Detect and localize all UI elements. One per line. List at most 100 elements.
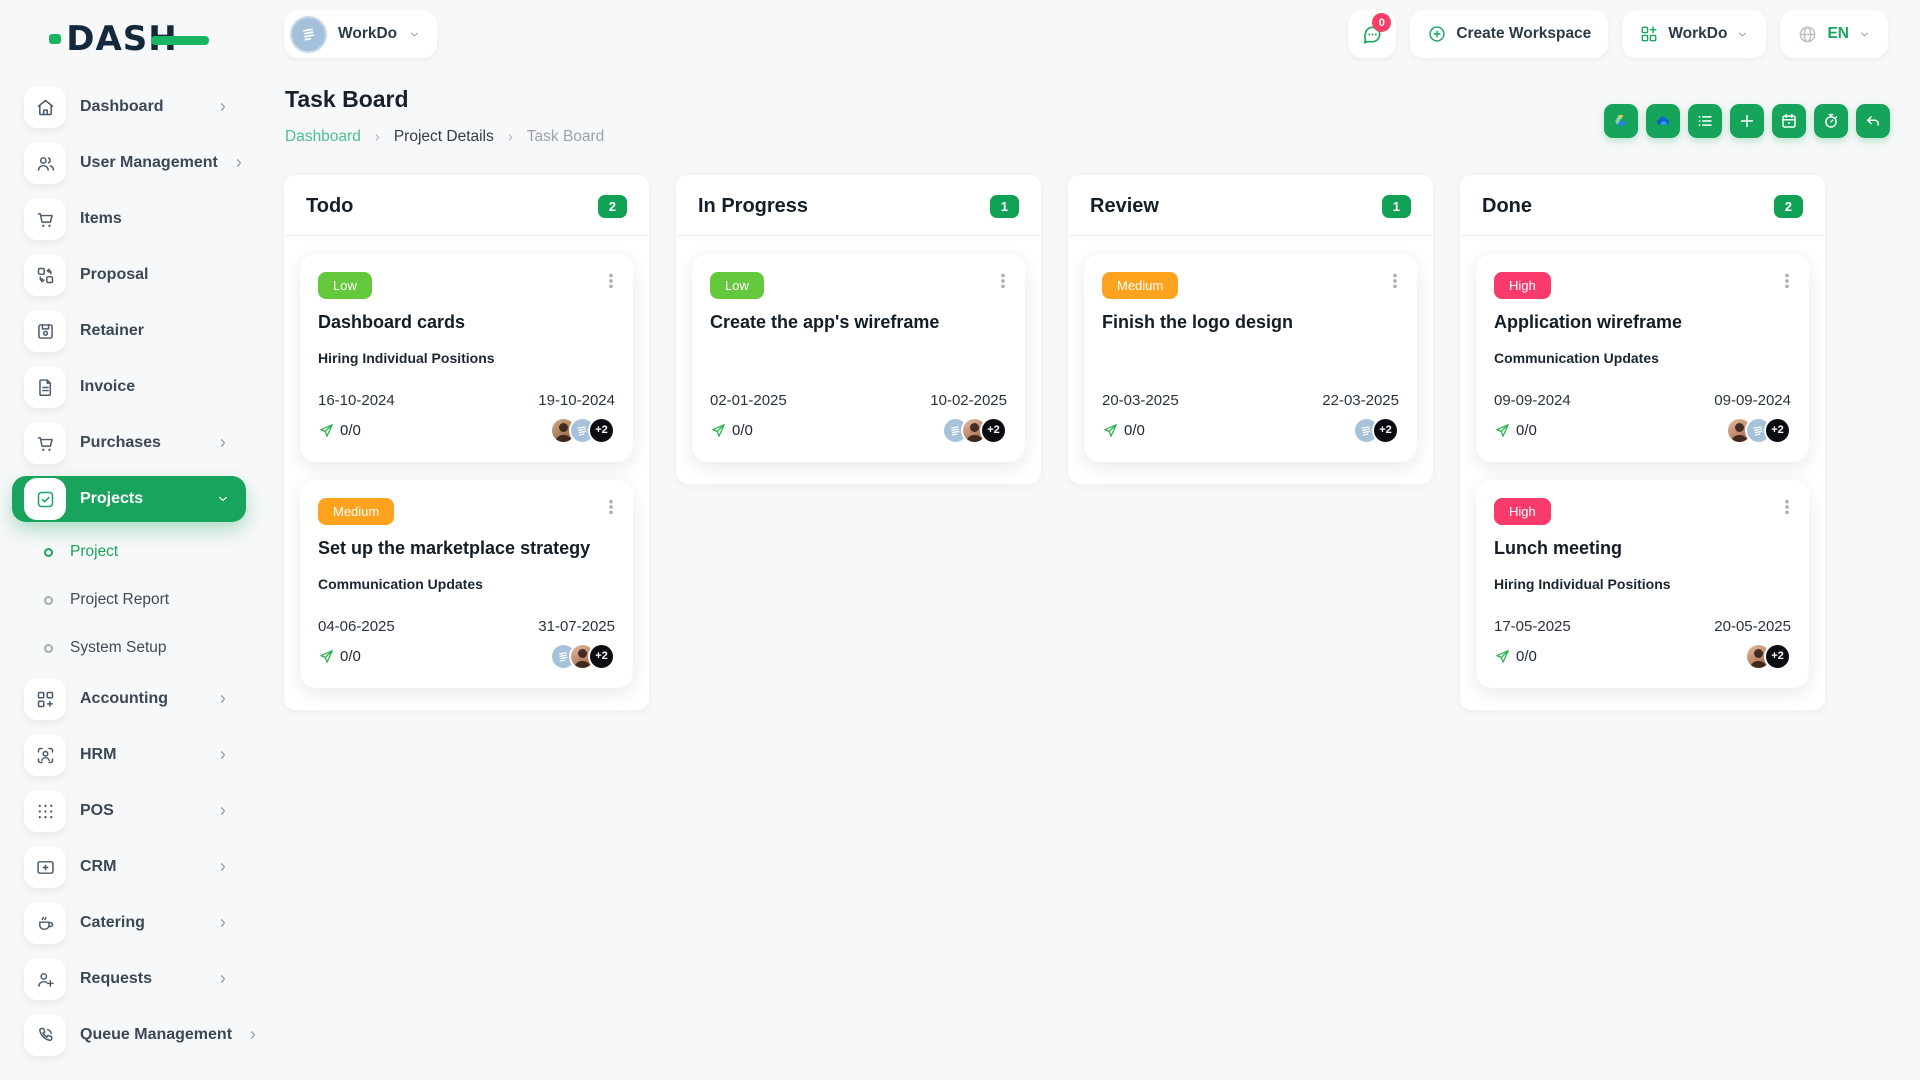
task-start-date: 04-06-2025 — [318, 618, 395, 635]
sidebar-item-label: Requests — [80, 970, 153, 987]
sidebar-subitem-project[interactable]: Project — [12, 532, 246, 572]
more-assignees-badge[interactable]: +2 — [980, 416, 1007, 444]
task-dates: 09-09-2024 09-09-2024 — [1494, 392, 1791, 409]
google-drive-button[interactable] — [1604, 104, 1638, 138]
card-menu-dots-icon[interactable] — [993, 270, 1013, 292]
task-progress-value: 0/0 — [1516, 647, 1537, 665]
workspace-avatar-building-icon — [290, 15, 327, 53]
timer-button[interactable] — [1814, 104, 1848, 138]
task-milestone: Communication Updates — [1494, 350, 1659, 366]
sidebar-subitem-label: System Setup — [70, 639, 167, 656]
card-menu-dots-icon[interactable] — [1777, 270, 1797, 292]
sidebar-item-label: Invoice — [80, 378, 136, 395]
task-progress: 0/0 — [1494, 648, 1537, 665]
column-header: Todo 2 — [284, 175, 649, 236]
more-assignees-badge[interactable]: +2 — [1372, 416, 1399, 444]
breadcrumb-project-details[interactable]: Project Details — [394, 128, 494, 146]
messages-count-badge: 0 — [1372, 13, 1392, 32]
breadcrumb-task-board: Task Board — [526, 128, 605, 145]
breadcrumb: Dashboard Project Details Task Board — [285, 128, 604, 146]
sidebar-item-invoice[interactable]: Invoice — [12, 364, 246, 410]
app-logo[interactable]: DASH — [49, 18, 209, 60]
sidebar-subitem-system-setup[interactable]: System Setup — [12, 628, 246, 668]
calendar-button[interactable] — [1772, 104, 1806, 138]
assignee-avatars: +2 — [550, 642, 615, 670]
sidebar-item-projects[interactable]: Projects — [12, 476, 246, 522]
sidebar-item-user-management[interactable]: User Management — [12, 140, 246, 186]
sidebar-item-proposal[interactable]: Proposal — [12, 252, 246, 298]
send-icon — [710, 422, 727, 439]
assignee-avatars: +2 — [942, 416, 1007, 444]
crm-card-icon — [24, 846, 66, 888]
board-column-in-progress: In Progress 1 Low Create the app's wirefram… — [676, 175, 1041, 484]
task-footer: 0/0 +2 — [710, 416, 1007, 444]
more-assignees-badge[interactable]: +2 — [588, 416, 615, 444]
onedrive-button[interactable] — [1646, 104, 1680, 138]
chevron-down-icon — [1858, 28, 1871, 41]
sidebar-item-retainer[interactable]: Retainer — [12, 308, 246, 354]
back-button[interactable] — [1856, 104, 1890, 138]
card-menu-dots-icon[interactable] — [601, 496, 621, 518]
column-count-badge: 1 — [1381, 195, 1411, 218]
sidebar-item-requests[interactable]: Requests — [12, 956, 246, 1002]
assignee-avatars: +2 — [1353, 416, 1399, 444]
proposal-swap-icon — [24, 254, 66, 296]
sidebar-item-accounting[interactable]: Accounting — [12, 676, 246, 722]
language-selector[interactable]: EN — [1780, 10, 1888, 58]
column-header: Review 1 — [1068, 175, 1433, 236]
task-card[interactable]: Medium Set up the marketplace strategy Com… — [300, 480, 633, 688]
priority-badge: Low — [318, 272, 372, 299]
task-title: Application wireframe — [1494, 312, 1683, 332]
column-count-badge: 2 — [1773, 195, 1803, 218]
task-progress: 0/0 — [1494, 422, 1537, 439]
task-card[interactable]: Low Create the app's wireframe 02-01-2025 1… — [692, 254, 1025, 462]
workdo-menu-button[interactable]: WorkDo — [1622, 10, 1767, 58]
globe-icon — [1797, 24, 1818, 45]
create-workspace-button[interactable]: Create Workspace — [1410, 10, 1609, 58]
sidebar-item-label: User Management — [80, 154, 218, 171]
card-menu-dots-icon[interactable] — [1777, 496, 1797, 518]
sidebar-item-dashboard[interactable]: Dashboard — [12, 84, 246, 130]
more-assignees-badge[interactable]: +2 — [1764, 416, 1791, 444]
column-body: Low Create the app's wireframe 02-01-2025 1… — [676, 236, 1041, 484]
card-menu-dots-icon[interactable] — [601, 270, 621, 292]
sidebar-item-crm[interactable]: CRM — [12, 844, 246, 890]
board-column-todo: Todo 2 Low Dashboard cards Hiring Individual… — [284, 175, 649, 710]
sidebar-item-pos[interactable]: POS — [12, 788, 246, 834]
chevron-right-icon — [232, 156, 246, 170]
task-card[interactable]: High Lunch meeting Hiring Individual Posit… — [1476, 480, 1809, 688]
column-header: In Progress 1 — [676, 175, 1041, 236]
task-dates: 17-05-2025 20-05-2025 — [1494, 618, 1791, 635]
task-card[interactable]: Medium Finish the logo design 20-03-2025 22… — [1084, 254, 1417, 462]
task-card[interactable]: High Application wireframe Communication U… — [1476, 254, 1809, 462]
task-title: Lunch meeting — [1494, 538, 1623, 558]
workspace-selector[interactable]: WorkDo — [284, 10, 438, 58]
chevron-right-icon — [216, 860, 230, 874]
task-card[interactable]: Low Dashboard cards Hiring Individual Posi… — [300, 254, 633, 462]
sidebar-item-purchases[interactable]: Purchases — [12, 420, 246, 466]
sidebar-subitem-project-report[interactable]: Project Report — [12, 580, 246, 620]
chevron-right-icon — [216, 100, 230, 114]
more-assignees-badge[interactable]: +2 — [588, 642, 615, 670]
sidebar-item-hrm[interactable]: HRM — [12, 732, 246, 778]
logo-accent-dash — [150, 36, 209, 45]
list-view-button[interactable] — [1688, 104, 1722, 138]
chevron-right-icon — [216, 692, 230, 706]
workdo-menu-label: WorkDo — [1668, 25, 1728, 42]
list-icon — [1696, 112, 1714, 130]
chevron-right-icon — [216, 804, 230, 818]
add-task-button[interactable] — [1730, 104, 1764, 138]
sidebar-item-items[interactable]: Items — [12, 196, 246, 242]
messages-button[interactable]: 0 — [1348, 10, 1397, 58]
sidebar-item-queue-management[interactable]: Queue Management — [12, 1012, 256, 1058]
task-progress: 0/0 — [710, 422, 753, 439]
breadcrumb-dashboard[interactable]: Dashboard — [285, 128, 361, 146]
pos-dots-icon — [24, 790, 66, 832]
undo-icon — [1864, 112, 1882, 130]
sidebar-item-catering[interactable]: Catering — [12, 900, 246, 946]
send-icon — [1494, 422, 1511, 439]
hrm-user-scan-icon — [24, 734, 66, 776]
more-assignees-badge[interactable]: +2 — [1764, 642, 1791, 670]
task-start-date: 02-01-2025 — [710, 392, 787, 409]
card-menu-dots-icon[interactable] — [1385, 270, 1405, 292]
